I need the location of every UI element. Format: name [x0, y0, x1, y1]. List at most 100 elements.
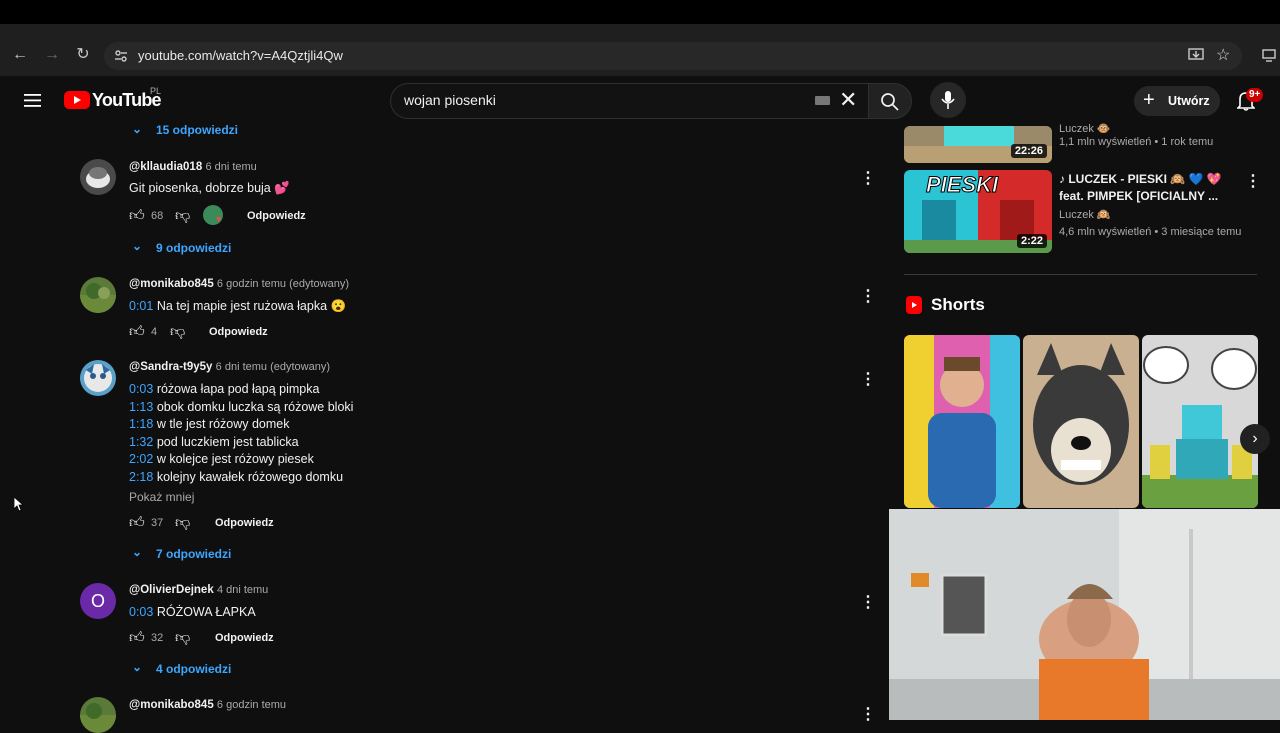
- avatar[interactable]: [80, 277, 116, 313]
- timestamp-link[interactable]: 0:03: [129, 382, 153, 396]
- replies-toggle[interactable]: ⌄ 15 odpowiedzi: [132, 122, 292, 138]
- comment-time: 6 dni temu: [205, 161, 257, 173]
- timestamp-link[interactable]: 2:02: [129, 452, 153, 466]
- like-count: 68: [151, 210, 164, 222]
- comment-author[interactable]: @monikabo845 6 godzin temu: [129, 699, 286, 711]
- microphone-icon: [941, 91, 955, 109]
- dislike-icon[interactable]: 👎︎: [175, 514, 190, 532]
- video-duration: 2:22: [1016, 234, 1047, 248]
- search-input[interactable]: wojan piosenki ✕: [390, 83, 869, 119]
- mouse-cursor-icon: [14, 497, 24, 512]
- clear-search-icon[interactable]: ✕: [839, 87, 857, 113]
- comment-author[interactable]: @monikabo845 6 godzin temu (edytowany): [129, 278, 349, 290]
- voice-search-button[interactable]: [930, 82, 966, 118]
- comment-time: 6 dni temu (edytowany): [215, 361, 330, 373]
- show-less-link[interactable]: Pokaż mniej: [129, 490, 194, 504]
- timestamp-link[interactable]: 1:32: [129, 435, 153, 449]
- comment-author[interactable]: @OlivierDejnek 4 dni temu: [129, 584, 268, 596]
- video-thumbnail[interactable]: PIESKI 2:22: [904, 170, 1052, 253]
- comment-menu-icon[interactable]: ⋮: [860, 168, 876, 188]
- comment-author[interactable]: @kllaudia018 6 dni temu: [129, 161, 257, 173]
- reading-list-icon[interactable]: [1262, 48, 1276, 62]
- reply-button[interactable]: Odpowiedz: [215, 632, 274, 644]
- video-thumbnail[interactable]: 22:26: [904, 126, 1052, 163]
- back-icon[interactable]: ←: [10, 45, 30, 65]
- comment-text: 0:03 RÓŻOWA ŁAPKA: [129, 605, 256, 619]
- chevron-down-icon: ⌄: [132, 545, 143, 559]
- short-thumbnail[interactable]: [904, 335, 1020, 508]
- create-button[interactable]: + Utwórz: [1134, 86, 1220, 116]
- browser-tab-strip: [0, 0, 1280, 24]
- site-info-icon[interactable]: [114, 49, 128, 63]
- comment-author[interactable]: @Sandra-t9y5y 6 dni temu (edytowany): [129, 361, 330, 373]
- chevron-down-icon: ⌄: [132, 239, 143, 253]
- comment-menu-icon[interactable]: ⋮: [860, 592, 876, 612]
- comment-text: 0:01 Na tej mapie jest rużowa łapka 😮: [129, 299, 347, 313]
- dislike-icon[interactable]: 👎︎: [175, 629, 190, 647]
- video-meta: 4,6 mln wyświetleń • 3 miesiące temu: [1059, 226, 1242, 238]
- comment-menu-icon[interactable]: ⋮: [860, 704, 876, 724]
- forward-icon[interactable]: →: [42, 45, 62, 65]
- chevron-down-icon: ⌄: [132, 122, 143, 136]
- search-icon: [881, 93, 899, 111]
- replies-toggle[interactable]: ⌄ 9 odpowiedzi: [132, 239, 292, 255]
- shorts-icon: [906, 296, 922, 314]
- youtube-logo-icon[interactable]: [64, 91, 90, 109]
- short-thumbnail[interactable]: [1023, 335, 1139, 508]
- chevron-down-icon: ⌄: [132, 660, 143, 674]
- timestamp-link[interactable]: 1:13: [129, 400, 153, 414]
- reply-button[interactable]: Odpowiedz: [209, 326, 268, 338]
- dislike-icon[interactable]: 👎︎: [170, 323, 185, 341]
- reload-icon[interactable]: ↻: [73, 45, 93, 65]
- like-icon[interactable]: 👍︎: [129, 323, 145, 341]
- video-channel[interactable]: Luczek 🐵: [1059, 122, 1111, 135]
- install-app-icon[interactable]: [1188, 48, 1204, 62]
- reply-button[interactable]: Odpowiedz: [215, 517, 274, 529]
- like-count: 32: [151, 632, 164, 644]
- dislike-icon[interactable]: 👎︎: [175, 207, 190, 225]
- video-meta: 1,1 mln wyświetleń • 1 rok temu: [1059, 136, 1214, 148]
- timestamp-link[interactable]: 0:01: [129, 299, 153, 313]
- webcam-overlay: [889, 509, 1280, 720]
- timestamp-link[interactable]: 1:18: [129, 417, 153, 431]
- like-icon[interactable]: 👍︎: [129, 629, 145, 647]
- video-title[interactable]: ♪ LUCZEK - PIESKI 🙉 💙 💖 feat. PIMPEK [OFI…: [1059, 171, 1222, 205]
- region-code: PL: [150, 86, 162, 96]
- notifications-badge: 9+: [1246, 88, 1264, 102]
- timestamp-link[interactable]: 2:18: [129, 470, 153, 484]
- video-menu-icon[interactable]: ⋮: [1245, 171, 1261, 191]
- comment-menu-icon[interactable]: ⋮: [860, 369, 876, 389]
- short-thumbnail[interactable]: [1142, 335, 1258, 508]
- replies-toggle[interactable]: ⌄ 4 odpowiedzi: [132, 660, 292, 676]
- plus-icon: +: [1143, 89, 1155, 111]
- avatar[interactable]: [80, 159, 116, 195]
- avatar[interactable]: [80, 697, 116, 733]
- comment-text: Git piosenka, dobrze buja 💕: [129, 181, 290, 195]
- comment-menu-icon[interactable]: ⋮: [860, 286, 876, 306]
- replies-toggle[interactable]: ⌄ 7 odpowiedzi: [132, 545, 292, 561]
- avatar[interactable]: [80, 360, 116, 396]
- keyboard-icon[interactable]: [815, 96, 830, 105]
- thumbnail-title-text: PIESKI: [925, 172, 999, 198]
- like-icon[interactable]: 👍︎: [129, 514, 145, 532]
- shorts-heading: Shorts: [931, 295, 985, 314]
- like-icon[interactable]: 👍︎: [129, 207, 145, 225]
- reply-button[interactable]: Odpowiedz: [247, 210, 306, 222]
- video-channel[interactable]: Luczek 🙉: [1059, 208, 1111, 221]
- search-button[interactable]: [868, 83, 912, 119]
- menu-icon[interactable]: [24, 94, 41, 107]
- like-count: 37: [151, 517, 164, 529]
- timestamp-link[interactable]: 0:03: [129, 605, 153, 619]
- avatar[interactable]: O: [80, 583, 116, 619]
- search-query-text: wojan piosenki: [404, 92, 496, 108]
- comment-time: 6 godzin temu (edytowany): [216, 278, 349, 290]
- url-text: youtube.com/watch?v=A4Qztjli4Qw: [138, 48, 343, 63]
- divider: [904, 274, 1257, 275]
- create-label: Utwórz: [1168, 94, 1210, 108]
- heart-icon: ♥: [216, 214, 222, 224]
- video-duration: 22:26: [1010, 144, 1047, 158]
- like-count: 4: [151, 326, 158, 338]
- shorts-next-arrow-icon[interactable]: ›: [1240, 424, 1270, 454]
- bookmark-star-icon[interactable]: ☆: [1216, 45, 1230, 65]
- comment-text: 0:03 różowa łapa pod łapą pimpka 1:13 ob…: [129, 382, 354, 484]
